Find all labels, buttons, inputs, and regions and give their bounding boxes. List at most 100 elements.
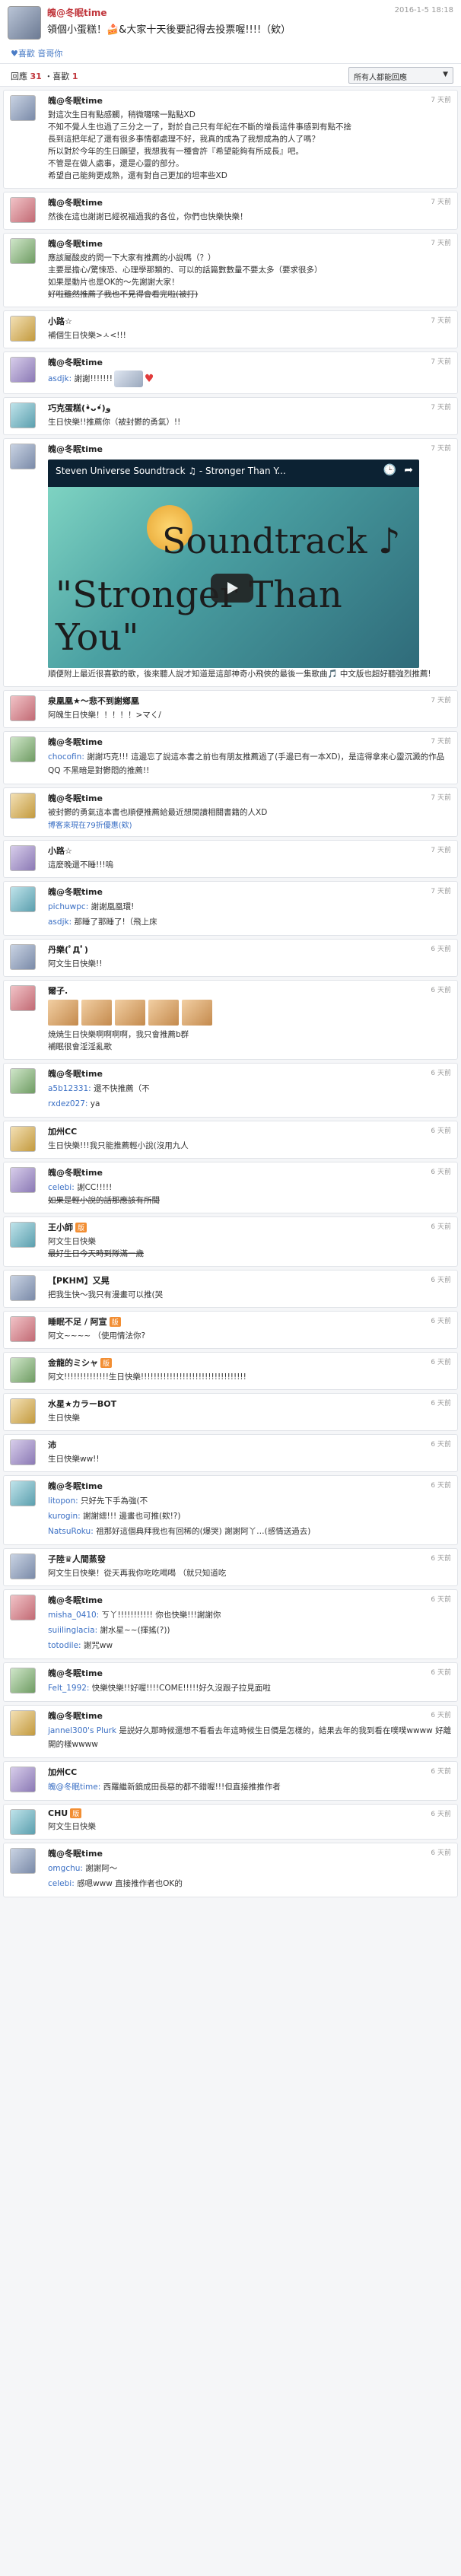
reply-author[interactable]: 小路☆ [48, 844, 453, 857]
reply-author[interactable]: 爾子. [48, 984, 453, 997]
mention-user[interactable]: omgchu: [48, 1864, 83, 1873]
reply-author[interactable]: 魄@冬眠time [48, 94, 453, 107]
mention-user[interactable]: jannel300's Plurk [48, 1726, 116, 1735]
mention-user[interactable]: chocofin: [48, 752, 84, 762]
avatar[interactable] [10, 1167, 36, 1193]
avatar[interactable] [10, 1222, 36, 1248]
video-title[interactable]: Steven Universe Soundtrack ♫ - Stronger … [56, 466, 381, 476]
avatar[interactable] [10, 1275, 36, 1301]
reply-author[interactable]: 加州CC [48, 1766, 453, 1778]
avatar[interactable] [10, 1316, 36, 1342]
reply-author[interactable]: 魄@冬眠time [48, 736, 453, 748]
reply-author[interactable]: 魄@冬眠time [48, 1667, 453, 1679]
reply-item: 魄@冬眠time 7 天前 應該屬酸皮的問一下大家有推薦的小說嗎（？） 主要是擔心/… [3, 233, 458, 307]
image-thumbnail[interactable] [81, 1000, 112, 1026]
likes-row[interactable]: ♥喜歡 音哥你 [11, 47, 62, 59]
image-thumbnail[interactable] [182, 1000, 212, 1026]
avatar[interactable] [10, 1668, 36, 1693]
reply-author[interactable]: 巧克蛋糕(•̀ᴗ•́)و [48, 402, 453, 414]
mention-user[interactable]: pichuwpc: [48, 902, 88, 911]
reply-author[interactable]: 子陸♛人間蒸發 [48, 1553, 453, 1565]
image-thumbnails[interactable] [48, 1000, 453, 1026]
reply-author[interactable]: 魄@冬眠time [48, 356, 453, 368]
mention-user[interactable]: celebi: [48, 1879, 75, 1888]
reply-link[interactable]: 博客來現在79折優惠(欸) [48, 819, 453, 830]
reply-author[interactable]: 加州CC [48, 1125, 453, 1137]
reply-author[interactable]: 丹樂(ﾟДﾟ) [48, 943, 453, 956]
avatar[interactable] [10, 238, 36, 264]
mention-user[interactable]: suiilinglacia: [48, 1626, 97, 1635]
mention-user[interactable]: NatsuRoku: [48, 1527, 94, 1536]
avatar[interactable] [10, 1554, 36, 1579]
reply-time: 6 天前 [431, 1441, 451, 1449]
reply-author[interactable]: 魄@冬眠time [48, 196, 453, 208]
mention-user[interactable]: celebi: [48, 1183, 75, 1192]
reply-author[interactable]: 魄@冬眠time [48, 1067, 453, 1080]
avatar[interactable] [10, 1809, 36, 1835]
avatar[interactable] [10, 1068, 36, 1094]
image-thumbnail[interactable] [148, 1000, 179, 1026]
reply-author[interactable]: 魄@冬眠time [48, 1847, 453, 1859]
image-thumbnail[interactable] [115, 1000, 145, 1026]
avatar[interactable] [10, 793, 36, 819]
reply-author[interactable]: 金龍的ミシャ版 [48, 1356, 453, 1369]
mention-user[interactable]: kurogin: [48, 1512, 81, 1521]
reply-permission-select[interactable]: 所有人都能回應 ▼ [348, 67, 453, 84]
play-button[interactable] [211, 574, 253, 603]
reply-author[interactable]: 魄@冬眠time [48, 886, 453, 898]
avatar[interactable] [10, 695, 36, 721]
reply-author[interactable]: 魄@冬眠time [48, 792, 453, 804]
avatar[interactable] [10, 1126, 36, 1152]
mention-user[interactable]: a5b12331: [48, 1084, 91, 1093]
avatar[interactable] [10, 197, 36, 223]
avatar[interactable] [10, 985, 36, 1011]
reply-author[interactable]: 魄@冬眠time [48, 443, 453, 455]
reply-author[interactable]: 沛 [48, 1439, 453, 1451]
reply-author[interactable]: 泉凰凰★〜悲不到謝鄉凰 [48, 695, 453, 707]
avatar[interactable] [10, 1439, 36, 1465]
reply-author[interactable]: 小路☆ [48, 315, 453, 327]
mention-user[interactable]: litopon: [48, 1496, 78, 1506]
mention-user[interactable]: 魄@冬眠time: [48, 1783, 100, 1792]
avatar[interactable] [10, 1398, 36, 1424]
avatar[interactable] [10, 886, 36, 912]
watch-later-icon[interactable]: 🕒 [383, 464, 396, 476]
mention-user[interactable]: asdjk: [48, 374, 72, 383]
author-avatar[interactable] [8, 6, 41, 40]
reply-author[interactable]: CHU 版 [48, 1808, 453, 1818]
mention-user[interactable]: asdjk: [48, 918, 72, 927]
avatar[interactable] [10, 944, 36, 970]
avatar[interactable] [10, 736, 36, 762]
avatar[interactable] [10, 1710, 36, 1736]
mention-user[interactable]: rxdez027: [48, 1099, 87, 1108]
share-icon[interactable]: ➦ [404, 464, 413, 476]
reply-author[interactable]: 魄@冬眠time [48, 1709, 453, 1722]
video-embed[interactable]: Steven Universe Soundtrack ♫ - Stronger … [48, 460, 419, 668]
avatar[interactable] [10, 402, 36, 428]
reply-author[interactable]: 王小師版 [48, 1221, 453, 1233]
avatar[interactable] [10, 1480, 36, 1506]
reply-author[interactable]: 魄@冬眠time [48, 237, 453, 250]
reply-author[interactable]: 魄@冬眠time [48, 1166, 453, 1178]
post-author[interactable]: 魄@冬眠time [47, 6, 107, 19]
reply-author[interactable]: 水星★カラーBOT [48, 1398, 453, 1410]
avatar[interactable] [10, 1595, 36, 1620]
avatar[interactable] [10, 95, 36, 121]
likes-name[interactable]: 音哥你 [37, 49, 62, 59]
mention-user[interactable]: misha_0410: [48, 1611, 99, 1620]
reply-author[interactable]: 睡眠不足 / 阿宣版 [48, 1315, 453, 1328]
avatar[interactable] [10, 1357, 36, 1383]
avatar[interactable] [10, 845, 36, 871]
avatar[interactable] [10, 357, 36, 383]
reply-author[interactable]: 魄@冬眠time [48, 1594, 453, 1606]
avatar[interactable] [10, 316, 36, 342]
like-button[interactable]: ♥喜歡 [11, 49, 35, 59]
reply-author[interactable]: 【PKHM】又晃 [48, 1274, 453, 1286]
mention-user[interactable]: Felt_1992: [48, 1684, 89, 1693]
avatar[interactable] [10, 1848, 36, 1874]
avatar[interactable] [10, 1767, 36, 1792]
mention-user[interactable]: totodile: [48, 1641, 81, 1650]
image-thumbnail[interactable] [48, 1000, 78, 1026]
reply-author[interactable]: 魄@冬眠time [48, 1480, 453, 1492]
avatar[interactable] [10, 444, 36, 469]
